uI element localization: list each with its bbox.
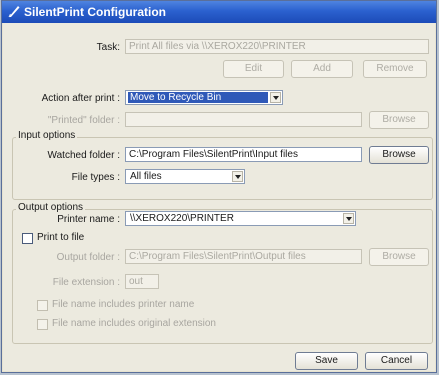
printed-folder-field[interactable] [125,112,362,127]
window-title: SilentPrint Configuration [24,5,166,19]
file-types-select[interactable]: All files [125,169,245,184]
title-bar[interactable]: SilentPrint Configuration [2,1,436,23]
output-folder-label: Output folder : [56,252,120,263]
task-field: Print All files via \\XEROX220\PRINTER [125,39,429,54]
remove-button[interactable]: Remove [363,60,427,78]
print-to-file-label[interactable]: Print to file [37,232,84,243]
output-options-title: Output options [16,202,86,213]
printer-name-label: Printer name : [57,214,120,225]
watched-folder-field[interactable]: C:\Program Files\SilentPrint\Input files [125,147,362,162]
task-label: Task: [96,42,120,53]
action-after-print-value: Move to Recycle Bin [128,92,268,103]
save-button[interactable]: Save [295,352,358,370]
chevron-down-icon[interactable] [270,92,281,103]
chevron-down-icon[interactable] [343,213,354,224]
file-types-label: File types : [71,172,120,183]
cancel-button[interactable]: Cancel [365,352,428,370]
printer-name-value: \\XEROX220\PRINTER [130,213,234,224]
includes-original-extension-label[interactable]: File name includes original extension [52,318,216,329]
output-folder-field[interactable]: C:\Program Files\SilentPrint\Output file… [125,249,362,264]
add-button[interactable]: Add [291,60,353,78]
file-types-value: All files [130,171,162,182]
output-folder-browse-button[interactable]: Browse [369,248,429,266]
includes-original-extension-checkbox[interactable] [37,319,48,330]
printer-name-select[interactable]: \\XEROX220\PRINTER [125,211,356,226]
input-options-title: Input options [16,130,78,141]
printed-folder-browse-button[interactable]: Browse [369,111,429,129]
includes-printer-name-label[interactable]: File name includes printer name [52,299,194,310]
watched-folder-browse-button[interactable]: Browse [369,146,429,164]
watched-folder-label: Watched folder : [47,150,120,161]
configuration-dialog: SilentPrint Configuration Task: Print Al… [1,0,437,373]
chevron-down-icon[interactable] [232,171,243,182]
quill-icon [8,6,20,18]
action-after-print-label: Action after print : [41,93,120,104]
action-after-print-select[interactable]: Move to Recycle Bin [125,90,283,105]
file-extension-field[interactable]: out [125,274,159,289]
includes-printer-name-checkbox[interactable] [37,300,48,311]
printed-folder-label: "Printed" folder : [47,115,120,126]
file-extension-label: File extension : [52,277,120,288]
edit-button[interactable]: Edit [223,60,284,78]
print-to-file-checkbox[interactable] [22,233,33,244]
